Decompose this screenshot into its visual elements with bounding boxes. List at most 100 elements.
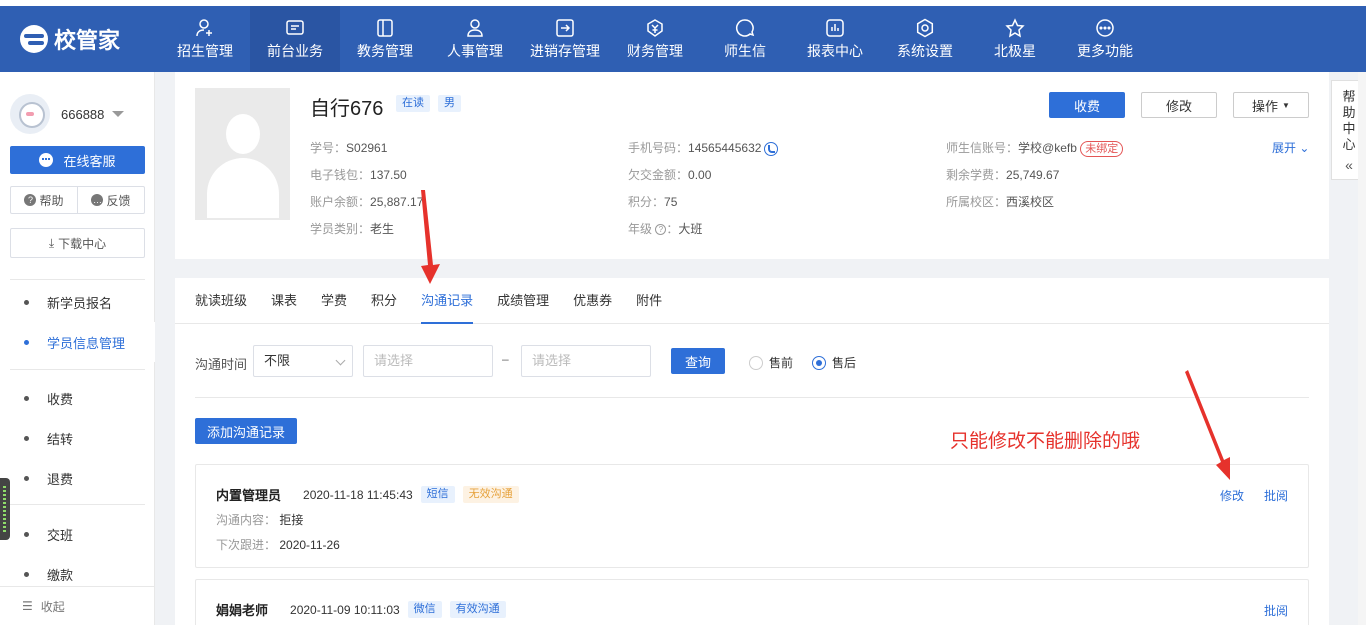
record-review-link[interactable]: 批阅 <box>1264 602 1288 619</box>
top-navbar: 校管家 招生管理 前台业务 教务管理 人事管理 进销存管理 财务管理 师生信 报… <box>0 0 1366 72</box>
record-card: 娟娟老师 2020-11-09 10:11:03 微信 有效沟通 批阅 <box>195 579 1309 625</box>
side-menu-group-3: 交班 缴款 <box>0 514 155 594</box>
operate-dropdown[interactable]: 操作 ▼ <box>1233 92 1309 118</box>
bullet-icon <box>24 571 29 577</box>
nav-item-inventory[interactable]: 进销存管理 <box>520 6 610 72</box>
online-service-button[interactable]: 在线客服 <box>10 146 145 174</box>
divider <box>10 504 145 505</box>
tab-bar: 就读班级 课表 学费 积分 沟通记录 成绩管理 优惠券 附件 <box>175 278 1329 324</box>
end-date-input[interactable]: 请选择 <box>521 345 651 377</box>
book-icon <box>375 18 395 38</box>
student-grade: 年级 ? ：大班 <box>628 222 703 236</box>
student-name: 自行676 <box>310 98 384 120</box>
nav-item-finance[interactable]: 财务管理 <box>610 6 700 72</box>
more-icon <box>1095 18 1115 38</box>
student-wallet: 电子钱包：137.50 <box>310 168 407 182</box>
download-center-button[interactable]: ⤓ 下载中心 <box>10 228 145 258</box>
person-icon <box>465 18 485 38</box>
record-author: 娟娟老师 <box>216 603 269 618</box>
record-edit-link[interactable]: 修改 <box>1220 487 1244 504</box>
tab-classes[interactable]: 就读班级 <box>195 278 247 324</box>
comment-icon: … <box>91 194 104 206</box>
expand-link[interactable]: 展开 ⌄ <box>1272 139 1309 156</box>
nav-item-polaris[interactable]: 北极星 <box>970 6 1060 72</box>
student-account: 师生信账号：学校@kefb 未绑定 <box>946 139 1124 157</box>
student-info-card: 自行676 在读 男 学号：S02961 电子钱包：137.50 账户余额：25… <box>175 72 1329 259</box>
unbound-badge: 未绑定 <box>1080 141 1124 157</box>
channel-badge: 短信 <box>420 486 455 503</box>
student-campus: 所属校区：西溪校区 <box>946 195 1055 209</box>
record-time: 2020-11-09 10:11:03 <box>290 602 400 617</box>
drag-handle[interactable] <box>0 478 10 540</box>
side-item-charge[interactable]: 收费 <box>0 378 155 418</box>
caret-down-icon: ▼ <box>1282 100 1290 110</box>
logo-icon <box>20 25 48 53</box>
charge-button[interactable]: 收费 <box>1049 92 1125 118</box>
tab-points[interactable]: 积分 <box>371 278 397 324</box>
sidebar: 666888 在线客服 ? 帮助 … 反馈 ⤓ 下载中心 新学员报名 学员信息管理 … <box>0 72 155 625</box>
record-card: 内置管理员 2020-11-18 11:45:43 短信 无效沟通 沟通内容： … <box>195 464 1309 568</box>
bullet-icon <box>24 299 29 305</box>
bullet-icon <box>24 475 29 481</box>
time-range-select[interactable]: 不限 <box>253 345 353 377</box>
brand-logo[interactable]: 校管家 <box>0 6 160 72</box>
side-item-shift[interactable]: 交班 <box>0 514 155 554</box>
tab-attachments[interactable]: 附件 <box>636 278 662 324</box>
record-content: 沟通内容： 拒接 <box>216 513 304 527</box>
student-id: 学号：S02961 <box>310 141 388 155</box>
radio-presale[interactable]: 售前 <box>749 354 793 371</box>
nav-item-academic[interactable]: 教务管理 <box>340 6 430 72</box>
divider <box>10 369 145 370</box>
start-date-input[interactable]: 请选择 <box>363 345 493 377</box>
question-icon: ? <box>24 194 37 206</box>
effect-badge: 有效沟通 <box>449 601 506 618</box>
annotation-text: 只能修改不能删除的哦 <box>950 431 1141 452</box>
collapse-sidebar-button[interactable]: ☰ 收起 <box>0 586 155 625</box>
username: 666888 <box>61 106 105 122</box>
student-points: 积分：75 <box>628 195 678 209</box>
chevron-down-icon <box>335 355 346 366</box>
record-author: 内置管理员 <box>216 488 282 503</box>
box-in-icon <box>555 18 575 38</box>
nav-item-messaging[interactable]: 师生信 <box>700 6 790 72</box>
feedback-button[interactable]: … 反馈 <box>77 187 144 213</box>
star-icon <box>1005 17 1025 38</box>
tab-communication[interactable]: 沟通记录 <box>421 278 474 324</box>
help-feedback-group: ? 帮助 … 反馈 <box>10 186 145 214</box>
tab-tuition[interactable]: 学费 <box>321 278 347 324</box>
collapse-menu-icon: ☰ <box>22 599 33 613</box>
side-item-transfer[interactable]: 结转 <box>0 418 155 458</box>
tab-coupons[interactable]: 优惠券 <box>573 278 612 324</box>
nav-item-enrollment[interactable]: 招生管理 <box>160 6 250 72</box>
student-photo <box>195 88 290 220</box>
nav-item-more[interactable]: 更多功能 <box>1060 6 1150 72</box>
divider <box>195 397 1309 398</box>
scrollbar[interactable] <box>1358 72 1366 625</box>
download-icon: ⤓ <box>48 235 55 250</box>
brand-name: 校管家 <box>54 28 121 53</box>
tab-grades[interactable]: 成绩管理 <box>497 278 549 324</box>
student-balance: 账户余额：25,887.17 <box>310 195 424 209</box>
query-button[interactable]: 查询 <box>671 348 725 374</box>
nav-item-settings[interactable]: 系统设置 <box>880 6 970 72</box>
nav-item-hr[interactable]: 人事管理 <box>430 6 520 72</box>
help-button[interactable]: ? 帮助 <box>11 187 77 213</box>
add-communication-button[interactable]: 添加沟通记录 <box>195 418 297 444</box>
record-review-link[interactable]: 批阅 <box>1264 487 1288 504</box>
person-add-icon <box>195 18 215 38</box>
side-item-new-enrollment[interactable]: 新学员报名 <box>0 282 155 322</box>
double-chevron-left-icon: « <box>1345 157 1353 173</box>
tab-schedule[interactable]: 课表 <box>271 278 297 324</box>
edit-student-button[interactable]: 修改 <box>1141 92 1217 118</box>
nav-item-reports[interactable]: 报表中心 <box>790 6 880 72</box>
nav-item-front-desk[interactable]: 前台业务 <box>250 6 340 72</box>
phone-icon[interactable] <box>764 141 779 156</box>
side-item-refund[interactable]: 退费 <box>0 458 155 498</box>
record-header: 内置管理员 2020-11-18 11:45:43 短信 无效沟通 <box>216 485 519 504</box>
student-phone: 手机号码：14565445632 <box>628 139 779 156</box>
side-item-student-info[interactable]: 学员信息管理 <box>0 322 155 362</box>
radio-aftersale[interactable]: 售后 <box>812 354 856 371</box>
radio-checked-icon <box>812 355 826 370</box>
user-menu[interactable]: 666888 <box>10 94 125 134</box>
chart-icon <box>825 18 845 38</box>
